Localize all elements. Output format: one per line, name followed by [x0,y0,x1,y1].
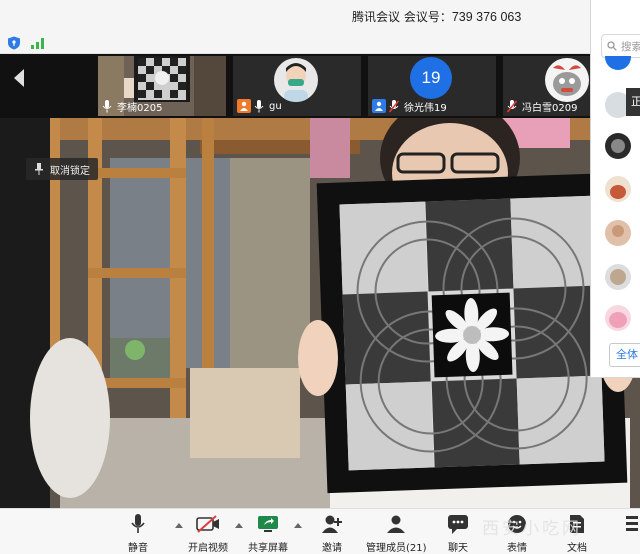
unpin-label: 取消锁定 [50,165,90,177]
avatar: 19 [410,57,452,99]
member-avatar[interactable] [605,133,631,159]
all-members-button[interactable]: 全体 [609,343,640,367]
mute-label: 静音 [128,543,148,554]
member-avatar[interactable] [605,305,631,331]
meeting-window: 腾讯会议 会议号：739 376 063 李楠0205 gu 19 徐光伟19 … [0,0,640,554]
app-title: 腾讯会议 会议号： [352,10,452,24]
microphone-muted-icon [389,99,399,113]
avatar [545,58,589,102]
window-title: 腾讯会议 会议号：739 376 063 [352,8,521,25]
participant-name: 冯白雪0209 [522,102,578,114]
documents-label: 文档 [567,543,587,554]
participant-thumbnail[interactable]: 19 徐光伟19 [368,56,496,116]
camera-off-icon [196,515,219,533]
member-avatar[interactable] [605,220,631,246]
participant-thumbnail-strip: 李楠0205 gu 19 徐光伟19 冯白雪0209 [0,54,590,118]
status-bar [0,32,640,54]
main-video-area[interactable]: 取消锁定 [0,118,640,508]
tooltip: 正 [626,88,640,116]
participant-label: 冯白雪0209 [507,98,577,114]
video-options-caret-icon[interactable] [235,523,243,528]
audio-options-caret-icon[interactable] [175,523,183,528]
pin-icon [35,163,43,175]
participant-name: 李楠0205 [117,102,163,114]
start-video-button[interactable]: 开启视频 [188,513,228,554]
previous-page-icon[interactable] [12,68,26,88]
invite-icon [322,515,342,533]
start-video-label: 开启视频 [188,543,228,554]
unpin-button[interactable]: 取消锁定 [26,158,98,180]
mute-button[interactable]: 静音 [126,513,150,554]
chat-label: 聊天 [448,543,468,554]
reaction-label: 表情 [507,543,527,554]
search-icon [607,41,617,51]
avatar [274,58,318,102]
member-avatar[interactable] [605,176,631,202]
share-options-caret-icon[interactable] [294,523,302,528]
chat-icon [448,515,468,534]
share-screen-icon [258,516,278,532]
member-avatar[interactable] [605,264,631,290]
invite-button[interactable]: 邀请 [320,513,344,554]
shield-icon[interactable] [7,36,21,50]
participant-label: gu [237,98,282,114]
manage-members-button[interactable]: 管理成员(21) [366,513,427,554]
microphone-icon [102,99,112,112]
microphone-icon [254,99,264,112]
participant-name: gu [269,100,282,112]
participant-label: 徐光伟19 [372,98,447,114]
more-button[interactable] [620,513,640,535]
microphone-muted-icon [507,99,517,113]
participant-label: 李楠0205 [102,98,162,114]
members-icon [387,515,406,533]
network-signal-icon[interactable] [30,37,46,49]
share-screen-label: 共享屏幕 [248,543,288,554]
host-icon [237,99,251,113]
invite-label: 邀请 [322,543,342,554]
meeting-id[interactable]: 739 376 063 [452,10,522,24]
members-panel: 搜索 正 全体 [590,0,640,378]
share-screen-button[interactable]: 共享屏幕 [248,513,288,554]
participant-thumbnail[interactable]: 李楠0205 [98,56,226,116]
microphone-icon [131,514,145,533]
search-placeholder: 搜索 [621,40,640,53]
participant-thumbnail[interactable]: 冯白雪0209 [503,56,590,116]
participant-thumbnail[interactable]: gu [233,56,361,116]
more-icon [626,516,638,531]
member-avatar[interactable] [605,56,631,70]
member-search-input[interactable]: 搜索 [601,34,640,58]
cohost-icon [372,99,386,113]
watermark: 西安小吃网 [482,519,582,539]
participant-name: 徐光伟19 [404,102,447,114]
chat-button[interactable]: 聊天 [446,513,470,554]
manage-members-label: 管理成员(21) [366,543,427,554]
title-bar: 腾讯会议 会议号：739 376 063 [0,0,640,32]
